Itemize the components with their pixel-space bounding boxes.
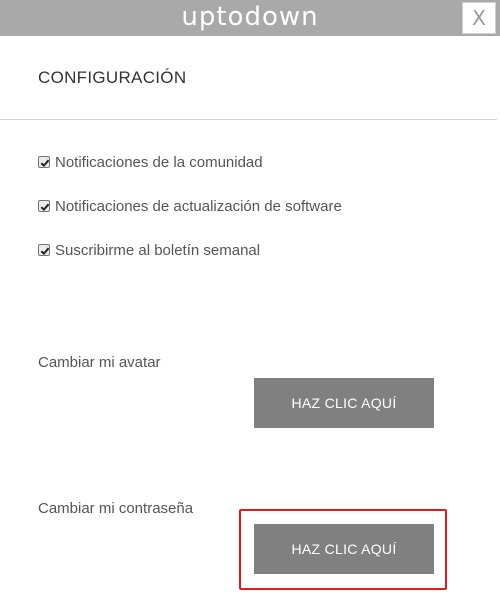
community-notifications-checkbox[interactable] — [38, 156, 50, 168]
change-password-button[interactable]: HAZ CLIC AQUÍ — [254, 524, 434, 574]
top-bar: uptodown X — [0, 0, 500, 36]
weekly-newsletter-checkbox[interactable] — [38, 244, 50, 256]
checkmark-icon — [40, 247, 50, 256]
checkmark-icon — [40, 203, 50, 212]
divider — [0, 119, 497, 120]
weekly-newsletter-label: Suscribirme al boletín semanal — [55, 241, 261, 259]
community-notifications-row[interactable]: Notificaciones de la comunidad — [38, 152, 263, 172]
software-update-notifications-label: Notificaciones de actualización de softw… — [55, 197, 342, 215]
change-password-label: Cambiar mi contraseña — [38, 500, 194, 517]
checkmark-icon — [40, 159, 50, 168]
software-update-notifications-checkbox[interactable] — [38, 200, 50, 212]
page-title: CONFIGURACIÓN — [38, 68, 187, 87]
uptodown-logo: uptodown — [181, 2, 319, 32]
change-avatar-label: Cambiar mi avatar — [38, 354, 161, 371]
change-avatar-button[interactable]: HAZ CLIC AQUÍ — [254, 378, 434, 428]
software-update-notifications-row[interactable]: Notificaciones de actualización de softw… — [38, 196, 342, 216]
community-notifications-label: Notificaciones de la comunidad — [55, 153, 263, 171]
weekly-newsletter-row[interactable]: Suscribirme al boletín semanal — [38, 240, 260, 260]
close-button[interactable]: X — [462, 2, 496, 34]
